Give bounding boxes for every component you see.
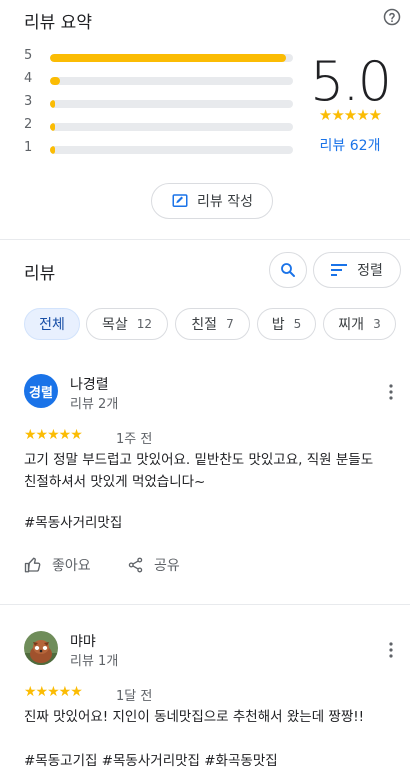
share-label: 공유 [154,558,180,574]
chip-count: 5 [293,317,302,331]
write-review-button[interactable]: 리뷰 작성 [151,183,273,219]
chip-label: 목살 [101,317,128,333]
avatar[interactable] [24,631,58,665]
review-text: 진짜 맛있어요! 지인이 동네맛집으로 추천해서 왔는데 짱짱!! [24,709,365,725]
chip-label: 친절 [191,317,218,333]
share-button[interactable]: 공유 [127,555,180,575]
rating-label: 1 [24,140,33,155]
divider [0,604,410,605]
chip-all[interactable]: 전체 [24,308,80,340]
review-text: 고기 정말 부드럽고 맛있어요. 밑반찬도 맛있고요, 직원 분들도 친절하셔서… [24,452,374,490]
average-stars: ★★★★★ [318,106,382,124]
rating-row-4: 4 [24,71,293,87]
chip-count: 7 [226,317,234,331]
more-options-icon[interactable] [388,642,394,658]
review-count-link[interactable]: 리뷰 62개 [306,135,394,155]
thumbs-up-icon [24,557,41,573]
rating-row-3: 3 [24,94,293,110]
rating-label: 3 [24,94,33,109]
rating-row-2: 2 [24,117,293,133]
avatar[interactable]: 경렬 [24,374,58,408]
rating-bar-track [50,77,293,85]
rating-label: 2 [24,117,33,132]
chip-moksal[interactable]: 목살 12 [86,308,168,340]
search-icon [281,263,295,277]
author-name[interactable]: 먀먀 [70,631,96,651]
review-stars: ★★★★★ [24,684,83,700]
search-reviews-button[interactable] [269,252,307,288]
sort-icon [331,264,348,276]
chip-label: 찌개 [338,317,365,333]
edit-review-icon [172,194,188,207]
rating-label: 4 [24,71,33,86]
share-icon [128,557,143,573]
sort-label: 정렬 [357,263,383,279]
summary-title: 리뷰 요약 [24,13,92,33]
sort-button[interactable]: 정렬 [313,252,401,288]
write-review-label: 리뷰 작성 [197,194,253,210]
rating-bar-track [50,100,293,108]
author-review-count: 리뷰 2개 [70,397,119,412]
divider [0,239,410,240]
rating-bar-fill [50,77,60,85]
like-button[interactable]: 좋아요 [24,555,91,575]
review-stars: ★★★★★ [24,427,83,443]
rating-bar-fill [50,123,55,131]
rating-bar-fill [50,54,286,62]
rating-bar-track [50,54,293,62]
rating-bar-fill [50,146,55,154]
chip-count: 12 [136,317,153,331]
rating-bar-track [50,146,293,154]
chip-label: 밥 [271,317,285,333]
avatar-initials: 경렬 [29,385,53,401]
review-time: 1달 전 [116,689,153,704]
chip-label: 전체 [39,317,65,333]
rating-bar-track [50,123,293,131]
chip-count: 3 [373,317,381,331]
reviews-title: 리뷰 [24,264,56,284]
review-tags: #목동사거리맛집 [24,515,123,531]
rating-label: 5 [24,48,33,63]
rating-bar-fill [50,100,55,108]
chip-chinjeol[interactable]: 친절 7 [175,308,250,340]
author-review-count: 리뷰 1개 [70,654,119,669]
more-options-icon[interactable] [388,384,394,400]
review-time: 1주 전 [116,432,153,447]
average-score: 5.0 [310,50,392,113]
author-name[interactable]: 나경렬 [70,374,109,394]
review-tags: #목동고기집 #목동사거리맛집 #화곡동맛집 [24,753,278,769]
like-label: 좋아요 [52,558,91,574]
rating-row-5: 5 [24,48,293,64]
chip-bap[interactable]: 밥 5 [257,308,316,340]
chip-jjigae[interactable]: 찌개 3 [323,308,396,340]
help-icon[interactable] [383,8,401,26]
rating-row-1: 1 [24,140,293,156]
